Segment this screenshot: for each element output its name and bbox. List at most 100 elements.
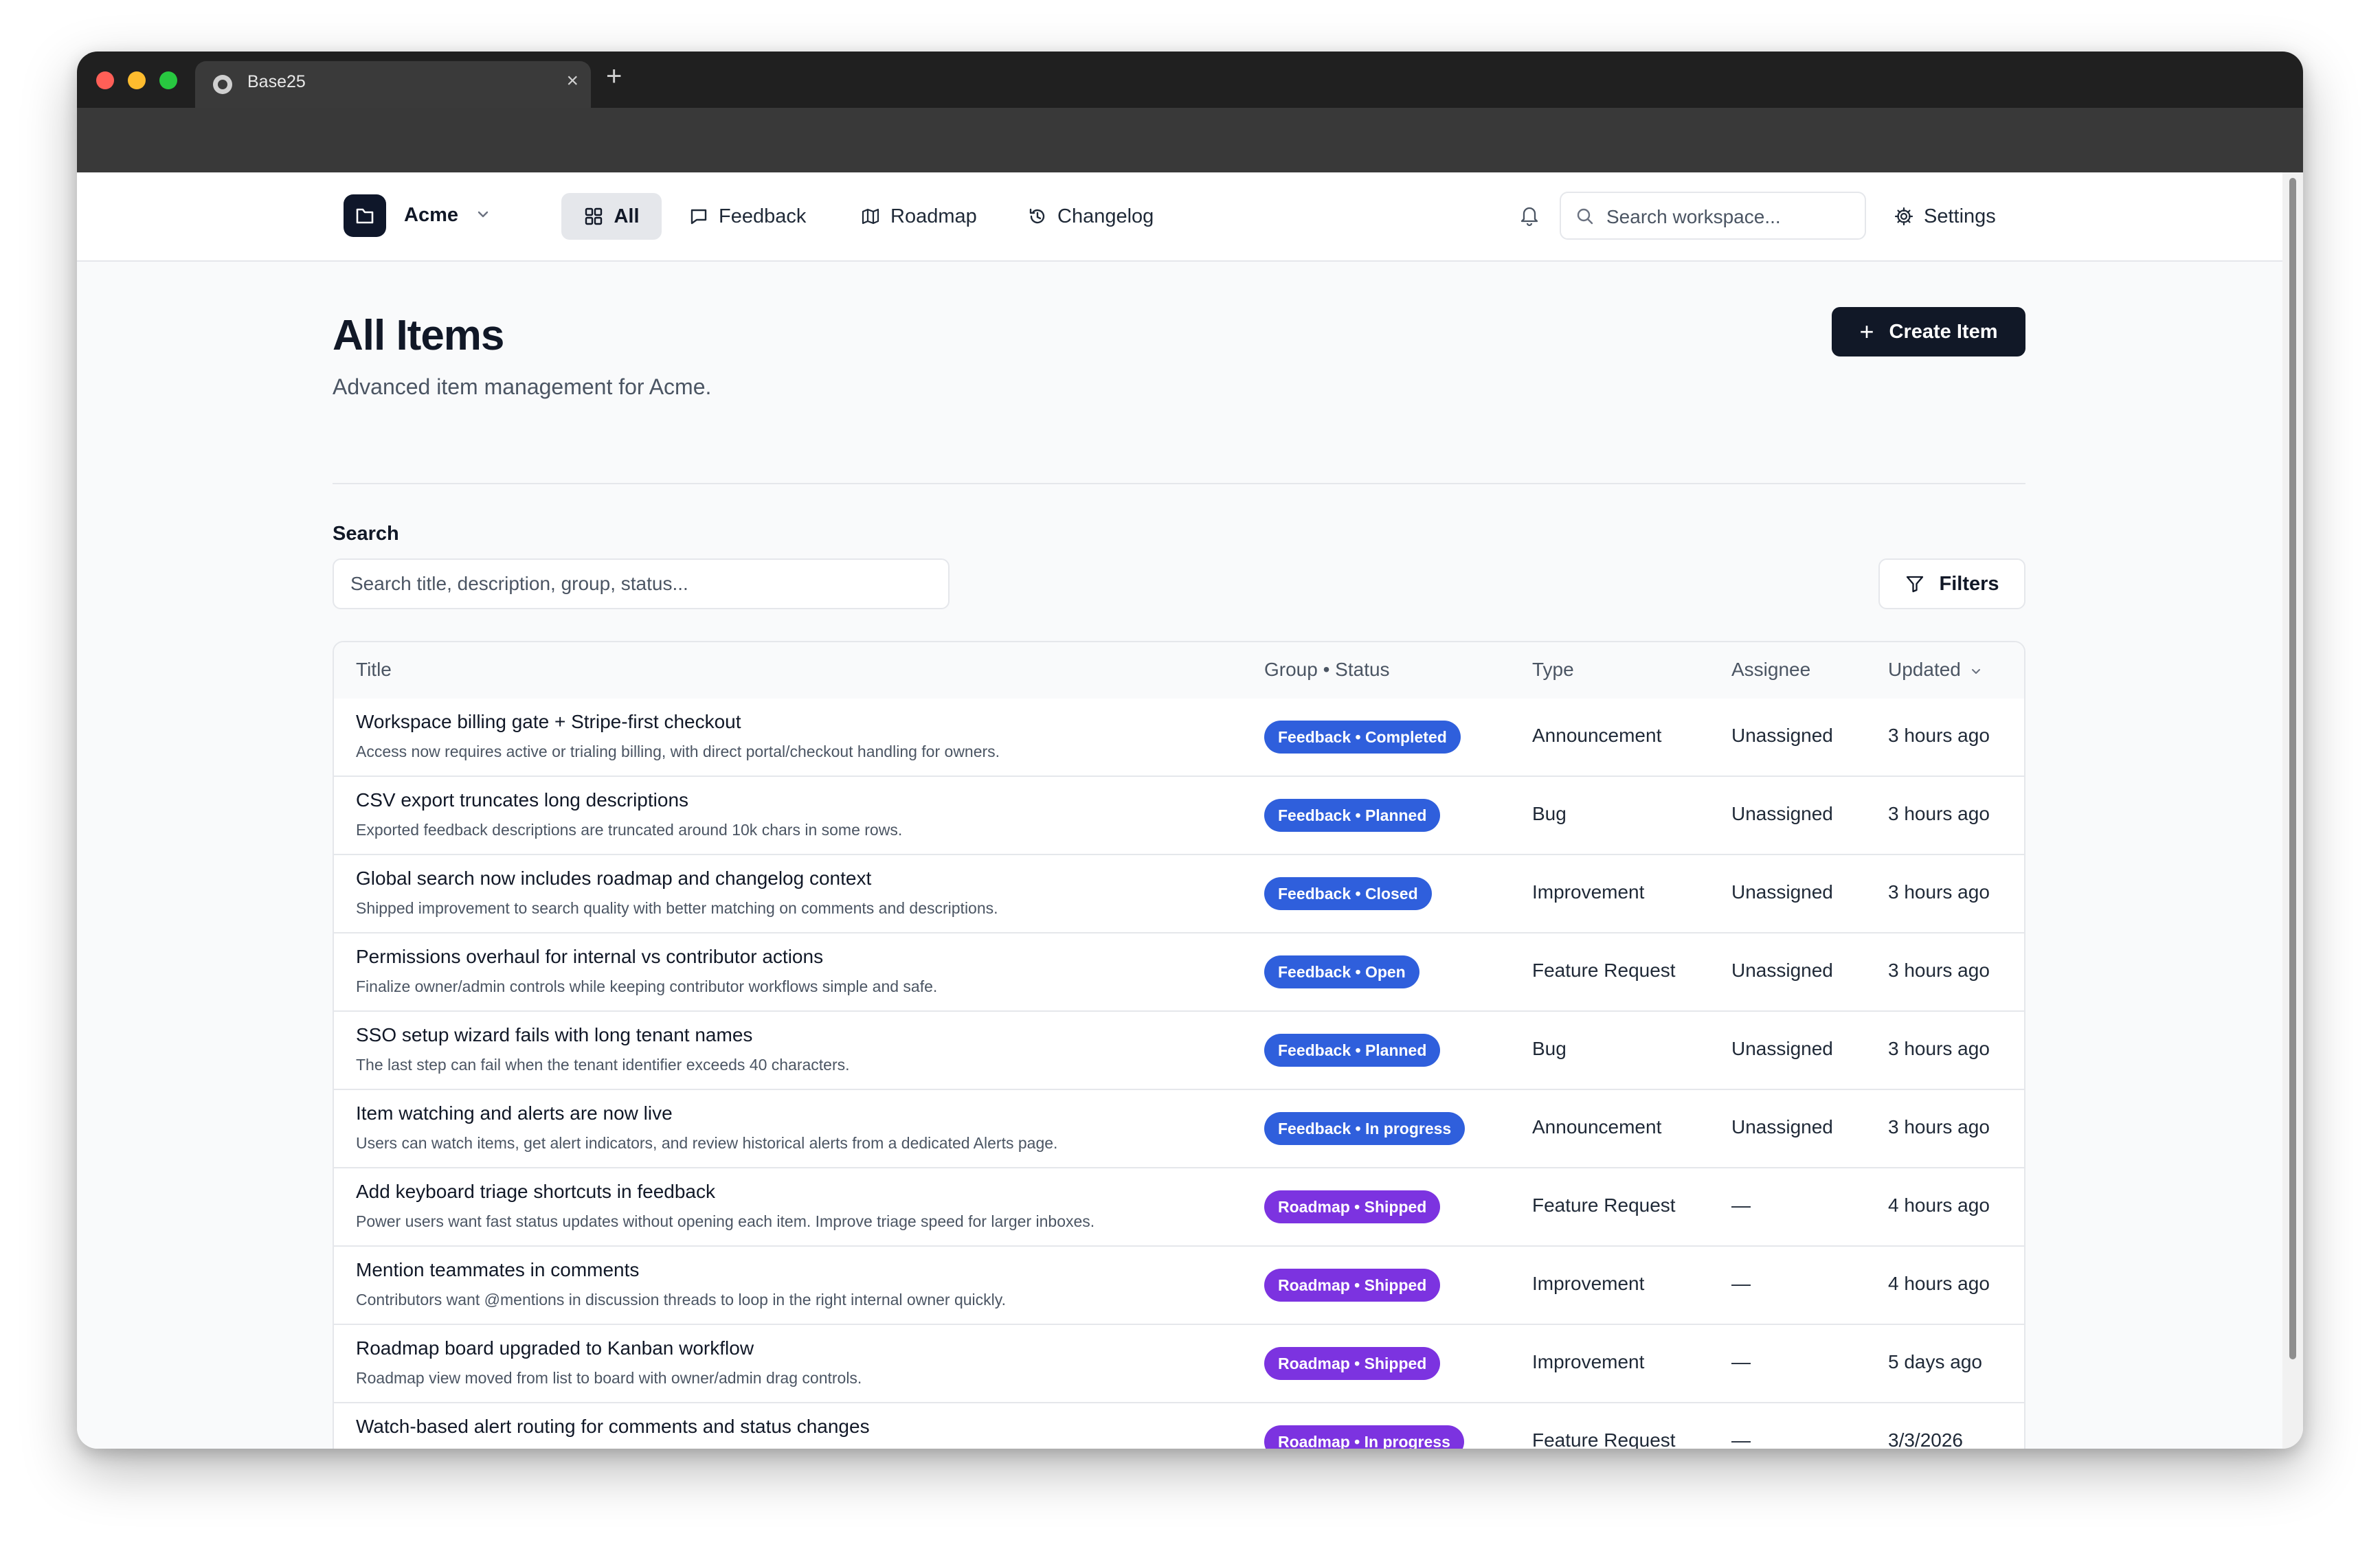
row-type: Feature Request xyxy=(1532,960,1676,981)
tab-close-icon[interactable]: × xyxy=(566,69,579,93)
status-badge[interactable]: Feedback • Closed xyxy=(1264,877,1432,910)
status-badge[interactable]: Feedback • In progress xyxy=(1264,1112,1466,1145)
row-type: Improvement xyxy=(1532,1351,1645,1372)
create-item-button[interactable]: + Create Item xyxy=(1832,307,2025,356)
row-title: CSV export truncates long descriptions xyxy=(356,789,689,811)
row-description: Shipped improvement to search quality wi… xyxy=(356,899,998,917)
row-description: Roadmap view moved from list to board wi… xyxy=(356,1369,862,1387)
chevron-down-icon[interactable] xyxy=(474,205,492,223)
status-badge[interactable]: Roadmap • Shipped xyxy=(1264,1347,1441,1380)
browser-tab[interactable]: Base25 × xyxy=(195,61,591,108)
map-icon xyxy=(862,208,879,225)
page-subtitle: Advanced item management for Acme. xyxy=(333,374,712,399)
browser-tab-bar: Base25 × + xyxy=(77,52,2303,108)
table-row[interactable]: Global search now includes roadmap and c… xyxy=(334,855,2024,933)
table-header: Title Group • Status Type Assignee Updat… xyxy=(334,642,2024,700)
browser-window: Base25 × + Acme All Feedback Roadmap Cha… xyxy=(77,52,2303,1449)
workspace-search[interactable] xyxy=(1560,192,1866,240)
nav-tab-all[interactable]: All xyxy=(561,193,662,240)
table-row[interactable]: Watch-based alert routing for comments a… xyxy=(334,1403,2024,1449)
page-viewport: Acme All Feedback Roadmap Changelog Sear… xyxy=(77,172,2282,1449)
nav-tab-feedback-label: Feedback xyxy=(719,205,807,227)
browser-tab-title: Base25 xyxy=(247,72,306,91)
row-assignee: — xyxy=(1731,1351,1751,1372)
column-header-assignee[interactable]: Assignee xyxy=(1731,659,1810,681)
workspace-search-input[interactable] xyxy=(1605,203,1855,231)
row-description: Users can watch items, get alert indicat… xyxy=(356,1134,1058,1152)
scrollbar-thumb[interactable] xyxy=(2289,178,2296,1359)
status-badge[interactable]: Feedback • Open xyxy=(1264,955,1419,988)
row-assignee: Unassigned xyxy=(1731,725,1833,746)
table-row[interactable]: Item watching and alerts are now live Use… xyxy=(334,1090,2024,1168)
items-table: Title Group • Status Type Assignee Updat… xyxy=(333,641,2025,1449)
table-row[interactable]: Permissions overhaul for internal vs con… xyxy=(334,933,2024,1012)
row-description: Contributors want @mentions in discussio… xyxy=(356,1291,1006,1309)
row-updated: 4 hours ago xyxy=(1888,1273,1990,1294)
table-row[interactable]: Add keyboard triage shortcuts in feedbac… xyxy=(334,1168,2024,1247)
column-header-type[interactable]: Type xyxy=(1532,659,1574,681)
row-description: Access now requires active or trialing b… xyxy=(356,743,1000,760)
row-title: Mention teammates in comments xyxy=(356,1259,640,1280)
row-type: Feature Request xyxy=(1532,1195,1676,1216)
nav-tab-roadmap[interactable]: Roadmap xyxy=(860,193,977,240)
row-assignee: Unassigned xyxy=(1731,881,1833,903)
row-title: Roadmap board upgraded to Kanban workflo… xyxy=(356,1337,754,1359)
row-assignee: Unassigned xyxy=(1731,1038,1833,1059)
column-header-updated[interactable]: Updated xyxy=(1888,659,1983,681)
page-scrollbar[interactable] xyxy=(2282,172,2303,1449)
search-icon xyxy=(1577,208,1593,225)
row-updated: 3 hours ago xyxy=(1888,960,1990,981)
maximize-window-button[interactable] xyxy=(159,71,177,89)
workspace-logo[interactable] xyxy=(344,194,386,237)
favicon-icon xyxy=(213,75,232,94)
row-title: Workspace billing gate + Stripe-first ch… xyxy=(356,711,741,732)
status-badge[interactable]: Feedback • Completed xyxy=(1264,721,1461,754)
row-updated: 5 days ago xyxy=(1888,1351,1982,1372)
row-description: Power users want fast status updates wit… xyxy=(356,1212,1095,1230)
status-badge[interactable]: Roadmap • In progress xyxy=(1264,1425,1464,1449)
items-search-input[interactable] xyxy=(333,558,950,609)
nav-tab-feedback[interactable]: Feedback xyxy=(688,193,806,240)
minimize-window-button[interactable] xyxy=(128,71,146,89)
row-type: Announcement xyxy=(1532,1116,1662,1137)
row-description: Finalize owner/admin controls while keep… xyxy=(356,977,938,995)
filters-button[interactable]: Filters xyxy=(1878,558,2025,609)
row-type: Announcement xyxy=(1532,725,1662,746)
status-badge[interactable]: Feedback • Planned xyxy=(1264,1034,1441,1067)
bell-icon[interactable] xyxy=(1518,204,1540,227)
row-type: Improvement xyxy=(1532,881,1645,903)
close-window-button[interactable] xyxy=(96,71,114,89)
search-label: Search xyxy=(333,523,399,545)
settings-button[interactable]: Settings xyxy=(1894,193,1996,240)
workspace-name[interactable]: Acme xyxy=(404,204,458,227)
app-header: Acme All Feedback Roadmap Changelog Sear… xyxy=(77,172,2282,262)
status-badge[interactable]: Roadmap • Shipped xyxy=(1264,1190,1441,1223)
table-row[interactable]: Workspace billing gate + Stripe-first ch… xyxy=(334,699,2024,777)
browser-toolbar xyxy=(77,108,2303,172)
nav-tab-changelog-label: Changelog xyxy=(1057,205,1154,227)
row-updated: 3 hours ago xyxy=(1888,881,1990,903)
row-assignee: — xyxy=(1731,1429,1751,1449)
row-title: Watch-based alert routing for comments a… xyxy=(356,1416,870,1437)
row-assignee: — xyxy=(1731,1195,1751,1216)
new-tab-button[interactable]: + xyxy=(606,61,622,92)
table-row[interactable]: SSO setup wizard fails with long tenant … xyxy=(334,1012,2024,1090)
row-updated: 3 hours ago xyxy=(1888,803,1990,824)
table-row[interactable]: CSV export truncates long descriptions Ex… xyxy=(334,777,2024,855)
column-header-title[interactable]: Title xyxy=(356,659,392,681)
status-badge[interactable]: Feedback • Planned xyxy=(1264,799,1441,832)
column-header-updated-label: Updated xyxy=(1888,659,1961,680)
page-title: All Items xyxy=(333,312,504,359)
settings-label: Settings xyxy=(1924,205,1996,227)
sort-chevron-down-icon xyxy=(1971,668,1980,674)
nav-tab-all-label: All xyxy=(614,205,640,227)
nav-tab-changelog[interactable]: Changelog xyxy=(1027,193,1154,240)
table-row[interactable]: Mention teammates in comments Contributor… xyxy=(334,1247,2024,1325)
row-description: The last step can fail when the tenant i… xyxy=(356,1056,850,1074)
row-title: Permissions overhaul for internal vs con… xyxy=(356,946,824,967)
row-description: Only notify users watching an item while… xyxy=(356,1447,871,1449)
status-badge[interactable]: Roadmap • Shipped xyxy=(1264,1269,1441,1302)
row-updated: 4 hours ago xyxy=(1888,1195,1990,1216)
column-header-group-status[interactable]: Group • Status xyxy=(1264,659,1390,681)
table-row[interactable]: Roadmap board upgraded to Kanban workflo… xyxy=(334,1325,2024,1403)
